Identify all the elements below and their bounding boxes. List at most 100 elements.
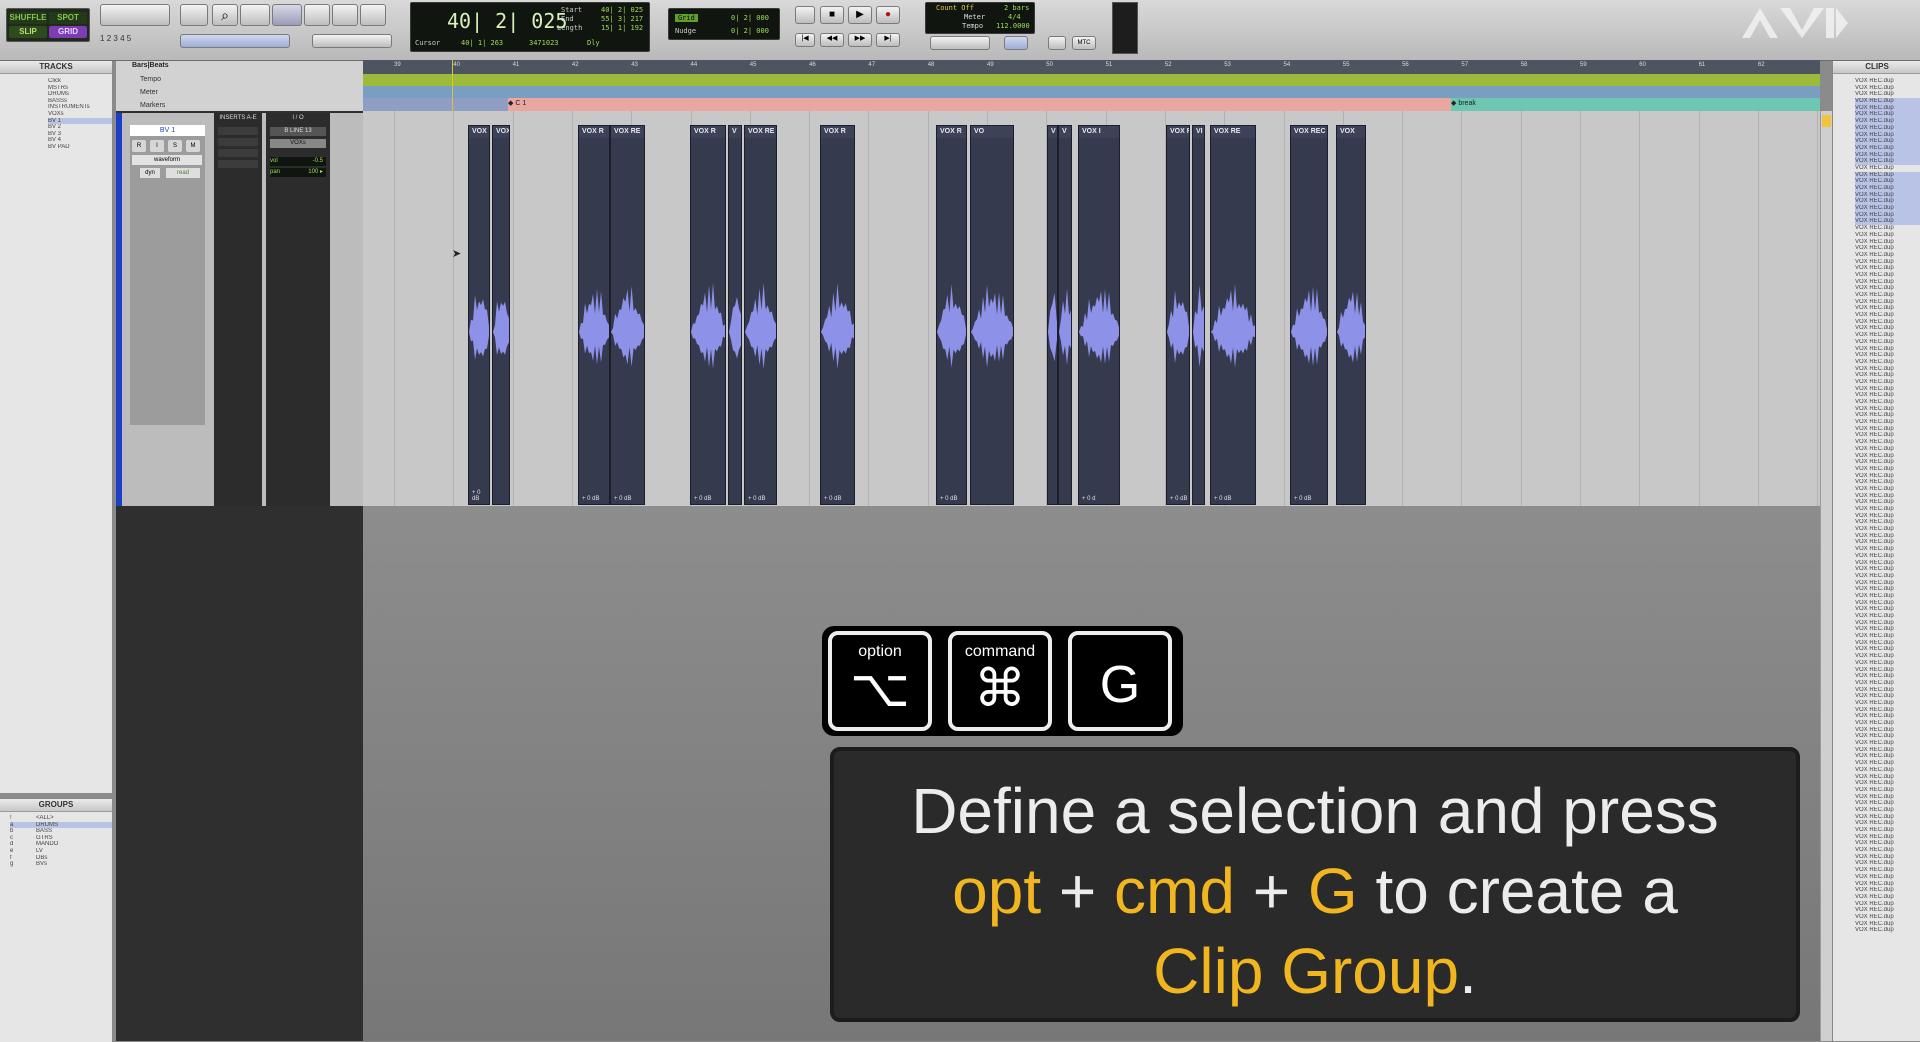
record-enable-button[interactable]: R xyxy=(132,140,146,152)
clip-list-item[interactable]: VOX REC.dup xyxy=(1855,151,1920,159)
nudge-label[interactable]: Nudge xyxy=(675,27,696,35)
online-button[interactable] xyxy=(795,6,815,24)
shuffle-mode-button[interactable]: SHUFFLE xyxy=(9,12,47,24)
io-label[interactable]: I / O xyxy=(266,115,330,121)
bars-beats-ruler-label[interactable]: Bars|Beats xyxy=(132,62,169,69)
clip-list-item[interactable]: VOX REC.dup xyxy=(1855,914,1920,921)
clip-list-item[interactable]: VOX REC.dup xyxy=(1855,211,1920,219)
clip-list-item[interactable]: VOX REC.dup xyxy=(1855,727,1920,734)
bar-number[interactable]: 47 xyxy=(868,62,875,68)
automation-mode-selector[interactable]: read xyxy=(166,168,200,178)
clip-list-item[interactable]: VOX REC.dup xyxy=(1855,506,1920,513)
audio-clip[interactable]: VO xyxy=(970,125,1014,505)
bar-number[interactable]: 59 xyxy=(1580,62,1587,68)
group-list-item[interactable]: a DRUMS xyxy=(10,821,112,829)
clip-list-item[interactable]: VOX REC.dup xyxy=(1855,660,1920,667)
audio-clip[interactable]: VOX xyxy=(492,125,510,505)
solo-button[interactable]: S xyxy=(168,140,182,152)
clip-gain[interactable]: + 0 dB xyxy=(748,496,766,502)
clip-list-item[interactable]: VOX REC.dup xyxy=(1855,312,1920,319)
clip-list-item[interactable]: VOX REC.dup xyxy=(1855,553,1920,560)
nudge-value[interactable]: 0| 2| 000 xyxy=(731,27,769,35)
clip-list-item[interactable]: VOX REC.dup xyxy=(1855,259,1920,266)
clip-list-item[interactable]: VOX REC.dup xyxy=(1855,921,1920,928)
track-list-item[interactable]: MSTRs xyxy=(48,85,112,92)
tracks-panel-header[interactable]: TRACKS xyxy=(0,61,112,74)
clip-list-item[interactable]: VOX REC.dup xyxy=(1855,486,1920,493)
audio-clip[interactable]: V xyxy=(1047,125,1058,505)
bar-number[interactable]: 60 xyxy=(1639,62,1646,68)
clip-list-item[interactable]: VOX REC.dup xyxy=(1855,827,1920,834)
clip-list-item[interactable]: VOX REC.dup xyxy=(1855,185,1920,192)
clip-list-item[interactable]: VOX REC.dup xyxy=(1855,680,1920,687)
scrubber-tool-icon[interactable] xyxy=(332,4,358,26)
bar-number[interactable]: 44 xyxy=(691,62,698,68)
preset-4[interactable]: 4 xyxy=(120,34,124,43)
clip-list-item[interactable]: VOX REC.dup xyxy=(1855,85,1920,92)
stop-icon[interactable]: ■ xyxy=(820,6,844,24)
group-list-item[interactable]: ! <ALL> xyxy=(10,815,112,822)
track-list-item[interactable]: INSTRUMENTs xyxy=(48,104,112,111)
clip-list-item[interactable]: VOX REC.dup xyxy=(1855,653,1920,660)
audio-clip[interactable]: VOX R + 0 dB xyxy=(936,125,967,505)
clip-list-item[interactable]: VOX REC.dup xyxy=(1855,560,1920,567)
bar-number[interactable]: 46 xyxy=(809,62,816,68)
clips-panel-header[interactable]: CLIPS xyxy=(1833,61,1920,74)
audio-clip[interactable]: VI xyxy=(1192,125,1205,505)
clip-gain[interactable]: + 0 dB xyxy=(824,496,842,502)
clip-list-item[interactable]: VOX REC.dup xyxy=(1855,198,1920,206)
audio-clip[interactable]: VOX RE + 0 dB xyxy=(1210,125,1256,505)
clip-list-item[interactable]: VOX REC.dup xyxy=(1855,191,1920,199)
input-monitor-button[interactable]: I xyxy=(150,140,164,152)
clip-list-item[interactable]: VOX REC.dup xyxy=(1855,205,1920,212)
audio-clip[interactable]: VOX REC + 0 dB xyxy=(1290,125,1328,505)
length-value[interactable]: 15| 1| 192 xyxy=(601,24,643,32)
group-list-item[interactable]: b BASS xyxy=(10,828,112,835)
bar-number[interactable]: 54 xyxy=(1284,62,1291,68)
group-list-item[interactable]: g BVs xyxy=(10,861,112,868)
clip-list-item[interactable]: VOX REC.dup xyxy=(1855,272,1920,279)
clip-list-item[interactable]: VOX REC.dup xyxy=(1855,573,1920,580)
clip-list-item[interactable]: VOX REC.dup xyxy=(1855,586,1920,593)
clip-list-item[interactable]: VOX REC.dup xyxy=(1855,332,1920,339)
clip-list-item[interactable]: VOX REC.dup xyxy=(1855,305,1920,312)
preset-2[interactable]: 2 xyxy=(107,34,111,43)
volume-readout[interactable]: vol -0.5 xyxy=(270,157,326,166)
clip-list-item[interactable]: VOX REC.dup xyxy=(1855,513,1920,520)
clip-list-item[interactable]: VOX REC.dup xyxy=(1855,346,1920,353)
delay-label[interactable]: Dly xyxy=(587,39,600,47)
clip-list-item[interactable]: VOX REC.dup xyxy=(1855,453,1920,460)
clip-list-item[interactable]: VOX REC.dup xyxy=(1855,144,1920,152)
bar-number[interactable]: 52 xyxy=(1165,62,1172,68)
clip-list-item[interactable]: VOX REC.dup xyxy=(1855,774,1920,781)
audio-clip[interactable]: VOX R + 0 dB xyxy=(820,125,855,505)
bar-number[interactable]: 43 xyxy=(631,62,638,68)
clip-list-item[interactable]: VOX REC.dup xyxy=(1855,171,1920,179)
clip-list-item[interactable]: VOX REC.dup xyxy=(1855,800,1920,807)
clip-list-item[interactable]: VOX REC.dup xyxy=(1855,493,1920,500)
bar-number[interactable]: 61 xyxy=(1699,62,1706,68)
zoom-preset-button[interactable] xyxy=(180,4,208,26)
clip-list-item[interactable]: VOX REC.dup xyxy=(1855,600,1920,607)
clip-list-item[interactable]: VOX REC.dup xyxy=(1855,927,1920,934)
trim-tool-icon[interactable] xyxy=(240,4,270,26)
sync-button[interactable] xyxy=(1048,36,1066,50)
clip-list-item[interactable]: VOX REC.dup xyxy=(1855,466,1920,473)
clip-list-item[interactable]: VOX REC.dup xyxy=(1855,820,1920,827)
clip-list-item[interactable]: VOX REC.dup xyxy=(1855,753,1920,760)
input-selector[interactable]: B LINE 13 xyxy=(270,127,326,136)
clip-list-item[interactable]: VOX REC.dup xyxy=(1855,325,1920,332)
clip-list-item[interactable]: VOX REC.dup xyxy=(1855,854,1920,861)
clip-list-item[interactable]: VOX REC.dup xyxy=(1855,867,1920,874)
clip-list-item[interactable]: VOX REC.dup xyxy=(1855,700,1920,707)
clip-list-item[interactable]: VOX REC.dup xyxy=(1855,91,1920,98)
smart-tool-icon[interactable] xyxy=(272,4,302,26)
clip-list-item[interactable]: VOX REC.dup xyxy=(1855,252,1920,259)
vol-value[interactable]: -0.5 xyxy=(313,157,323,166)
bar-number[interactable]: 57 xyxy=(1461,62,1468,68)
playhead-line[interactable] xyxy=(452,60,453,112)
conductor-button[interactable] xyxy=(1004,36,1028,50)
clip-list-item[interactable]: VOX REC.dup xyxy=(1855,740,1920,747)
clip-list-item[interactable]: VOX REC.dup xyxy=(1855,519,1920,526)
clip-gain[interactable]: + 0 dB xyxy=(940,496,958,502)
